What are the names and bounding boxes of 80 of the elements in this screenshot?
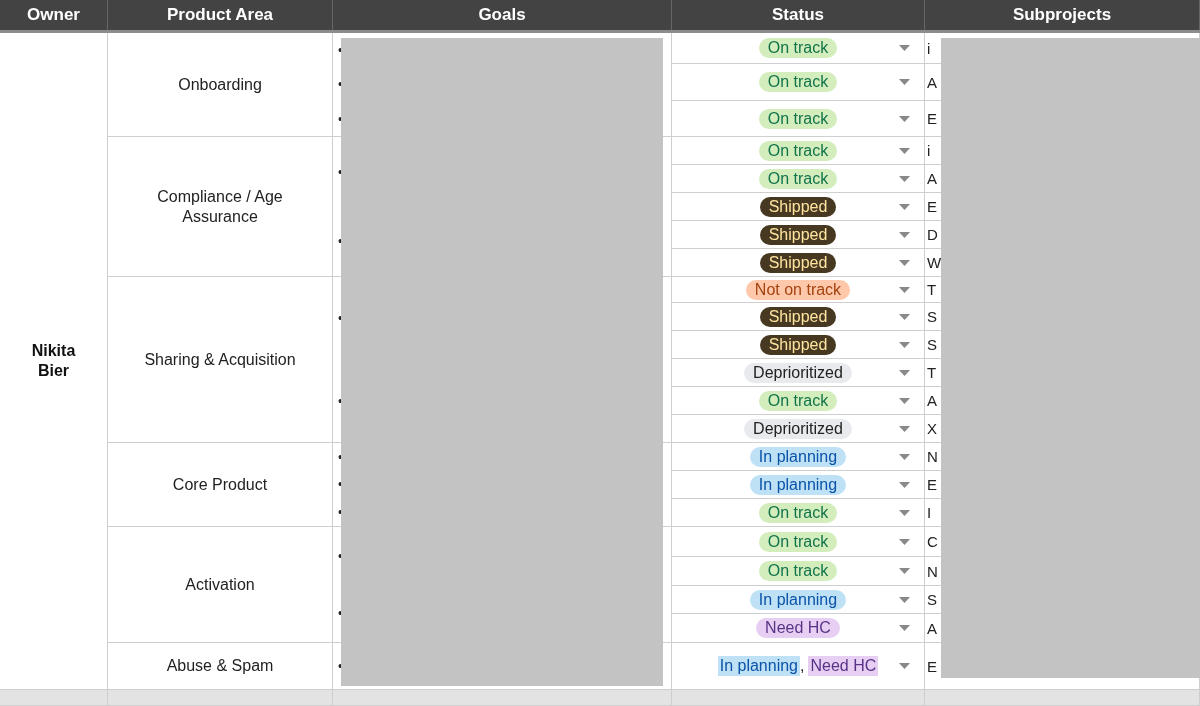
status-chip: On track bbox=[758, 38, 838, 58]
product-area: Onboarding bbox=[178, 74, 262, 95]
status-chip: Shipped bbox=[759, 252, 837, 273]
subproject-text: A bbox=[926, 170, 937, 187]
status-chip: On track bbox=[758, 168, 838, 189]
dropdown-caret-icon[interactable] bbox=[899, 313, 910, 320]
subproject-text: S bbox=[926, 591, 937, 608]
dropdown-caret-icon[interactable] bbox=[899, 341, 910, 348]
dropdown-caret-icon[interactable] bbox=[899, 147, 910, 154]
product-area: Sharing & Acquisition bbox=[144, 349, 296, 370]
dropdown-caret-icon[interactable] bbox=[899, 45, 910, 51]
status-chip: On track bbox=[758, 108, 838, 129]
dropdown-caret-icon[interactable] bbox=[899, 663, 910, 669]
dropdown-caret-icon[interactable] bbox=[899, 509, 910, 516]
dropdown-caret-icon[interactable] bbox=[899, 596, 910, 603]
subproject-text: A bbox=[926, 619, 937, 637]
status-chip: On track bbox=[758, 140, 838, 161]
subproject-text: D bbox=[926, 226, 938, 243]
dropdown-caret-icon[interactable] bbox=[899, 538, 910, 545]
column-header: Owner bbox=[0, 0, 108, 30]
subproject-text: E bbox=[926, 198, 937, 215]
subproject-text: S bbox=[926, 336, 937, 353]
status-chip: On track bbox=[758, 72, 838, 92]
subproject-text: E bbox=[926, 476, 937, 493]
status-chip: On track bbox=[758, 531, 838, 552]
status-chip: Deprioritized bbox=[744, 418, 852, 439]
status-chip: In planning bbox=[749, 589, 847, 610]
dropdown-caret-icon[interactable] bbox=[899, 568, 910, 574]
subproject-text: N bbox=[926, 448, 938, 465]
subproject-text: C bbox=[926, 533, 938, 550]
dropdown-caret-icon[interactable] bbox=[899, 259, 910, 266]
subproject-text: i bbox=[926, 39, 931, 57]
status-chip: Shipped bbox=[759, 306, 837, 327]
subproject-text: T bbox=[926, 281, 937, 298]
dropdown-caret-icon[interactable] bbox=[899, 231, 910, 238]
subproject-text: E bbox=[926, 110, 937, 127]
subproject-text: I bbox=[926, 504, 932, 521]
dropdown-caret-icon[interactable] bbox=[899, 369, 910, 376]
column-header: Goals bbox=[333, 0, 672, 30]
dropdown-caret-icon[interactable] bbox=[899, 453, 910, 460]
dropdown-caret-icon[interactable] bbox=[899, 203, 910, 210]
product-area: Activation bbox=[185, 574, 255, 595]
dropdown-caret-icon[interactable] bbox=[899, 286, 910, 293]
separator: , bbox=[800, 657, 805, 675]
subproject-text: N bbox=[926, 562, 938, 580]
subproject-text: W bbox=[926, 254, 942, 271]
status-chip: Shipped bbox=[759, 224, 837, 245]
subproject-text: A bbox=[926, 73, 937, 91]
subproject-text: i bbox=[926, 142, 931, 159]
dropdown-caret-icon[interactable] bbox=[899, 79, 910, 85]
status-chip: Not on track bbox=[745, 279, 851, 300]
column-header: Subprojects bbox=[925, 0, 1200, 30]
column-header: Product Area bbox=[108, 0, 333, 30]
status-chip: In planning bbox=[717, 656, 800, 676]
product-area: Core Product bbox=[172, 474, 268, 495]
status-chip: On track bbox=[758, 390, 838, 411]
product-area: Compliance / Age Assurance bbox=[120, 186, 320, 227]
dropdown-caret-icon[interactable] bbox=[899, 481, 910, 488]
dropdown-caret-icon[interactable] bbox=[899, 425, 910, 432]
status-chip: Deprioritized bbox=[744, 362, 852, 383]
dropdown-caret-icon[interactable] bbox=[899, 397, 910, 404]
status-chip: Need HC bbox=[808, 656, 879, 676]
column-header: Status bbox=[672, 0, 925, 30]
dropdown-caret-icon[interactable] bbox=[899, 625, 910, 631]
status-chip: In planning bbox=[749, 474, 847, 495]
subproject-text: A bbox=[926, 392, 937, 409]
subproject-text: E bbox=[926, 657, 937, 675]
status-chip: Shipped bbox=[759, 334, 837, 355]
owner-name: Nikita Bier bbox=[31, 341, 76, 381]
subproject-text: S bbox=[926, 308, 937, 325]
subproject-text: X bbox=[926, 420, 937, 437]
status-chip: In planning bbox=[749, 446, 847, 467]
subproject-text: T bbox=[926, 364, 937, 381]
product-area: Abuse & Spam bbox=[166, 656, 274, 676]
dropdown-caret-icon[interactable] bbox=[899, 115, 910, 122]
status-chip: On track bbox=[758, 561, 838, 581]
dropdown-caret-icon[interactable] bbox=[899, 175, 910, 182]
status-chip: On track bbox=[758, 502, 838, 523]
status-chip: Shipped bbox=[759, 196, 837, 217]
status-chip: Need HC bbox=[756, 618, 840, 638]
